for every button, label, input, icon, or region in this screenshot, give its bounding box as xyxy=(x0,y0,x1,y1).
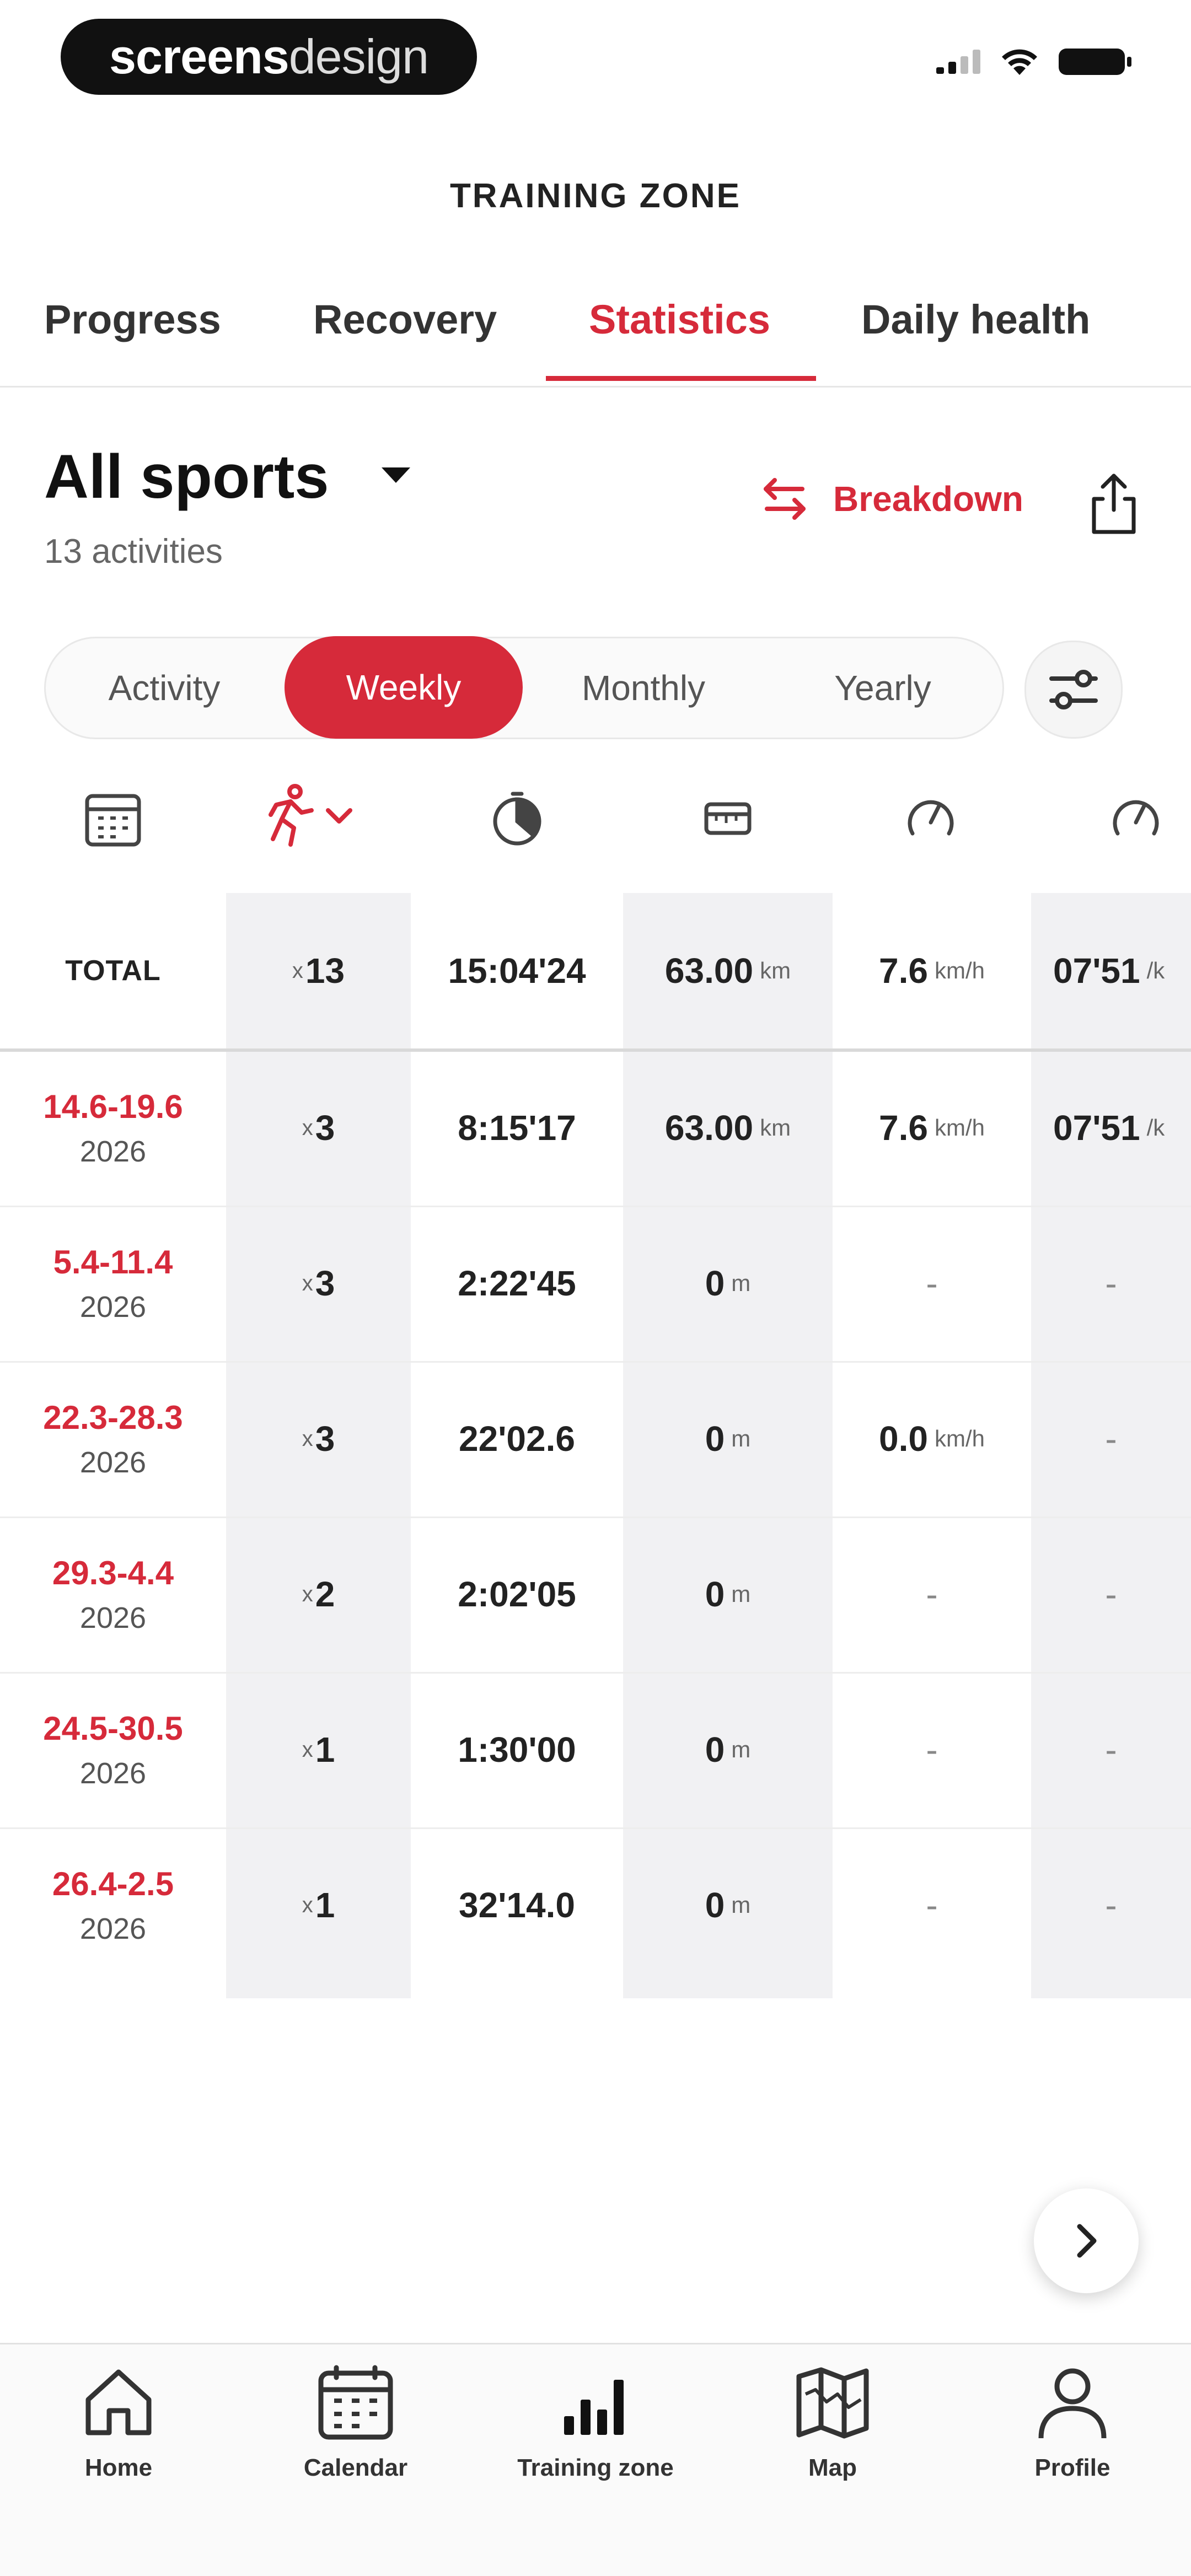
period-activity[interactable]: Activity xyxy=(46,638,283,738)
tab-recovery[interactable]: Recovery xyxy=(313,292,497,386)
column-icon-row xyxy=(0,766,1191,876)
filter-settings-button[interactable] xyxy=(1024,641,1123,739)
activity-count: x3 xyxy=(302,1108,335,1148)
activities-count: 13 activities xyxy=(44,533,223,571)
table-row[interactable]: 5.4-11.4 2026 x3 2:22'45 0m - - xyxy=(0,1206,1191,1363)
chevron-down-icon[interactable] xyxy=(382,467,410,483)
distance-value: 63.00 km xyxy=(664,1108,791,1148)
speed-value: - xyxy=(926,1885,938,1925)
period-weekly[interactable]: Weekly xyxy=(285,636,523,739)
activity-count: x3 xyxy=(302,1263,335,1303)
distance-value: 0m xyxy=(705,1885,751,1925)
status-bar: screensdesign xyxy=(0,0,1191,110)
total-pace: 07'51/k xyxy=(1053,951,1165,991)
speed-value: 0.0 km/h xyxy=(879,1419,985,1459)
table-row[interactable]: 29.3-4.4 2026 x2 2:02'05 0m - - xyxy=(0,1516,1191,1674)
duration-icon[interactable] xyxy=(491,789,544,850)
active-tab-indicator xyxy=(546,376,816,381)
swap-arrows-icon xyxy=(764,478,806,520)
duration-value: 32'14.0 xyxy=(459,1885,575,1925)
activity-count: x2 xyxy=(302,1574,335,1614)
sport-type-selector[interactable] xyxy=(256,783,356,849)
pace-value: - xyxy=(1105,1419,1117,1459)
total-count: x 13 xyxy=(292,951,345,991)
share-icon[interactable] xyxy=(1086,471,1141,537)
pace-value: - xyxy=(1105,1885,1117,1925)
bar-chart-icon xyxy=(564,2380,624,2435)
pace-value: 07'51/k xyxy=(1053,1108,1165,1148)
chevron-right-icon xyxy=(1077,2224,1097,2258)
week-range: 24.5-30.5 2026 xyxy=(43,1709,183,1790)
nav-training-zone[interactable]: Training zone xyxy=(502,2361,689,2482)
home-icon xyxy=(85,2369,152,2435)
distance-value: 0m xyxy=(705,1419,751,1459)
week-range: 14.6-19.6 2026 xyxy=(43,1088,183,1168)
week-range: 5.4-11.4 2026 xyxy=(53,1243,173,1324)
table-row[interactable]: 14.6-19.6 2026 x3 8:15'17 63.00 km 7.6 km/h… xyxy=(0,1050,1191,1207)
speed-value: - xyxy=(926,1730,938,1770)
page-title: TRAINING ZONE xyxy=(449,177,742,215)
total-label: TOTAL xyxy=(65,955,161,987)
nav-calendar[interactable]: Calendar xyxy=(262,2361,449,2482)
sport-selector[interactable]: All sports xyxy=(44,441,329,512)
total-row: TOTAL x 13 15:04'24 63.00 km 7.6 km/h 07'51… xyxy=(0,893,1191,1052)
pace-value: - xyxy=(1105,1263,1117,1303)
duration-value: 1:30'00 xyxy=(458,1730,576,1770)
brand-logo: screensdesign xyxy=(61,19,477,95)
activity-count: x3 xyxy=(302,1419,335,1459)
period-monthly[interactable]: Monthly xyxy=(524,638,763,738)
pace-value: - xyxy=(1105,1574,1117,1614)
running-icon xyxy=(269,784,314,847)
week-range: 26.4-2.5 2026 xyxy=(52,1865,174,1945)
tab-bar: Progress Recovery Statistics Daily healt… xyxy=(0,292,1191,388)
speed-value: 7.6 km/h xyxy=(879,1108,985,1148)
total-duration: 15:04'24 xyxy=(448,951,586,991)
speed-value: - xyxy=(926,1574,938,1614)
duration-value: 2:22'45 xyxy=(458,1263,576,1303)
bottom-navigation: Home Calendar Training zone Map Profile xyxy=(0,2343,1191,2576)
week-range: 29.3-4.4 2026 xyxy=(52,1554,174,1634)
distance-icon[interactable] xyxy=(703,797,753,841)
breakdown-button[interactable]: Breakdown xyxy=(758,474,1023,524)
duration-value: 2:02'05 xyxy=(458,1574,576,1614)
period-yearly[interactable]: Yearly xyxy=(764,638,1001,738)
week-range: 22.3-28.3 2026 xyxy=(43,1399,183,1479)
duration-value: 8:15'17 xyxy=(458,1108,576,1148)
map-icon xyxy=(796,2367,869,2439)
distance-value: 0m xyxy=(705,1574,751,1614)
activity-count: x1 xyxy=(302,1885,335,1925)
pace-icon[interactable] xyxy=(1111,789,1161,845)
battery-icon xyxy=(1059,49,1131,75)
total-distance: 63.00 km xyxy=(664,951,791,991)
duration-value: 22'02.6 xyxy=(459,1419,575,1459)
speed-value: - xyxy=(926,1263,938,1303)
table-row[interactable]: 26.4-2.5 2026 x1 32'14.0 0m - - xyxy=(0,1827,1191,1983)
speed-icon[interactable] xyxy=(906,789,956,845)
calendar-icon xyxy=(318,2365,393,2440)
table-row[interactable]: 22.3-28.3 2026 x3 22'02.6 0m 0.0 km/h - xyxy=(0,1361,1191,1518)
scroll-right-button[interactable] xyxy=(1034,2188,1139,2293)
distance-value: 0m xyxy=(705,1730,751,1770)
distance-value: 0m xyxy=(705,1263,751,1303)
period-segmented-control: Activity Weekly Monthly Yearly xyxy=(44,636,1004,739)
table-row[interactable]: 24.5-30.5 2026 x1 1:30'00 0m - - xyxy=(0,1672,1191,1829)
total-speed: 7.6 km/h xyxy=(879,951,985,991)
sliders-icon xyxy=(1049,670,1098,709)
calendar-icon[interactable] xyxy=(83,789,143,850)
nav-map[interactable]: Map xyxy=(739,2361,926,2482)
wifi-icon xyxy=(1002,49,1037,75)
cellular-signal-icon xyxy=(936,50,980,74)
chevron-down-icon xyxy=(326,808,352,824)
tab-progress[interactable]: Progress xyxy=(44,292,221,386)
profile-icon xyxy=(1038,2368,1107,2439)
nav-home[interactable]: Home xyxy=(25,2361,212,2482)
tab-statistics[interactable]: Statistics xyxy=(589,292,770,386)
breakdown-label: Breakdown xyxy=(833,479,1023,519)
pace-value: - xyxy=(1105,1730,1117,1770)
activity-count: x1 xyxy=(302,1730,335,1770)
tab-daily-health[interactable]: Daily health xyxy=(861,292,1090,386)
nav-profile[interactable]: Profile xyxy=(979,2361,1166,2482)
